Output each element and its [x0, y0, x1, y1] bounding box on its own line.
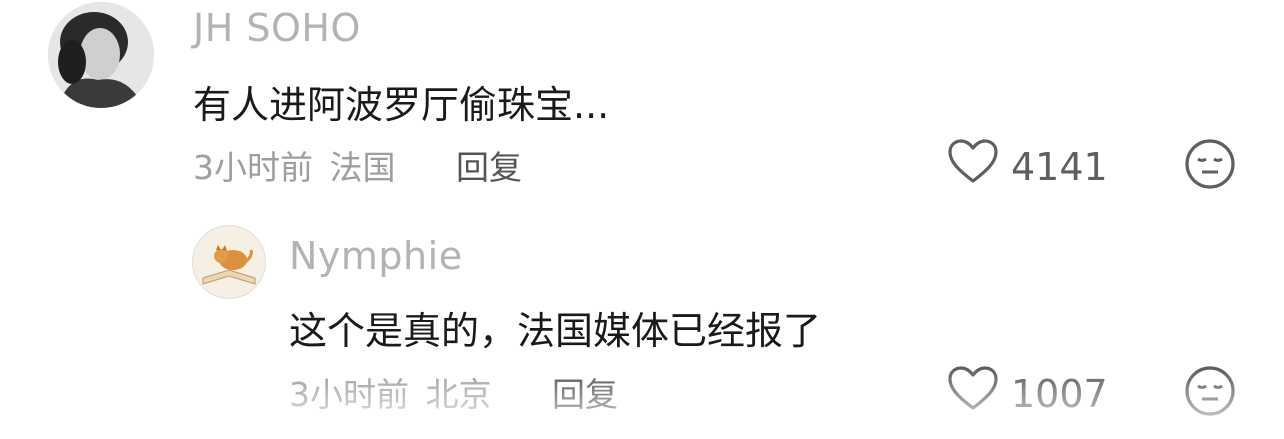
heart-outline-icon [947, 139, 1011, 194]
like-button[interactable]: 4141 [947, 139, 1108, 194]
like-count: 4141 [1011, 144, 1108, 189]
comment-time: 3小时前 [193, 148, 313, 187]
neutral-face-icon[interactable] [1184, 365, 1236, 421]
reply-button[interactable]: 回复 [456, 141, 522, 189]
reply-button[interactable]: 回复 [552, 368, 618, 416]
comment-text: 这个是真的，法国媒体已经报了 [289, 309, 822, 353]
comment-time: 3小时前 [289, 375, 409, 414]
avatar[interactable] [192, 225, 266, 299]
username[interactable]: JH SOHO [193, 6, 361, 50]
comment-meta: 3小时前 北京 [289, 368, 492, 416]
comment-location: 法国 [329, 148, 396, 187]
like-button[interactable]: 1007 [947, 366, 1108, 421]
heart-outline-icon [947, 366, 1011, 421]
comment-meta: 3小时前 法国 [193, 141, 396, 189]
avatar[interactable] [48, 2, 154, 108]
username[interactable]: Nymphie [289, 234, 463, 278]
comment-text: 有人进阿波罗厅偷珠宝... [193, 83, 610, 127]
like-count: 1007 [1011, 371, 1108, 416]
neutral-face-icon[interactable] [1184, 138, 1236, 194]
comment-location: 北京 [425, 375, 492, 414]
